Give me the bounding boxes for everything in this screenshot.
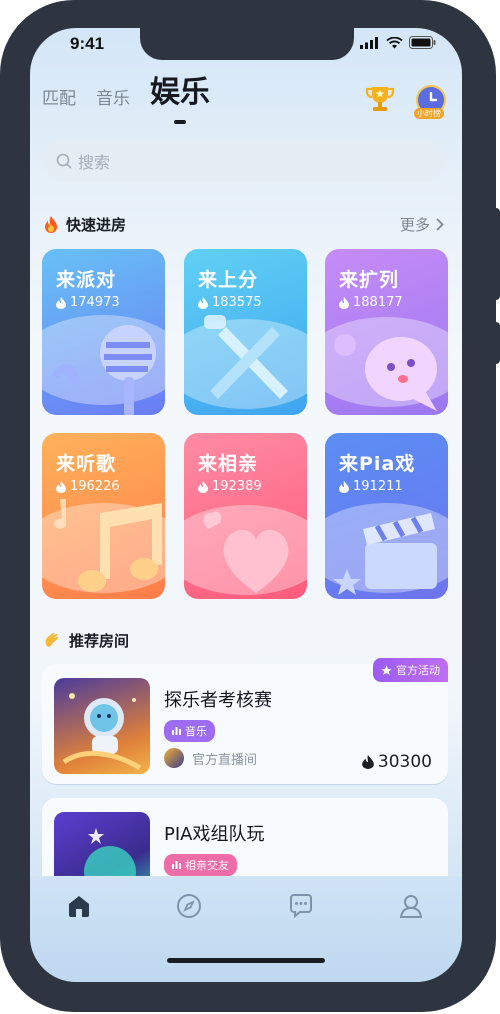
fire-icon: [56, 480, 66, 493]
astronaut-illustration: [62, 693, 142, 771]
chevron-right-icon: [436, 218, 444, 231]
status-icons: [360, 36, 436, 49]
screen: 9:41 匹配 音乐 娱乐 小时榜 搜索 快速进房 更多 来派对 174973 …: [30, 28, 462, 982]
quick-card-dating[interactable]: 来相亲 192389: [184, 433, 307, 599]
room-tag-label: 音乐: [185, 725, 207, 738]
card-count: 191211: [339, 479, 403, 494]
fire-icon: [339, 480, 349, 493]
room-name: 探乐者考核赛: [164, 690, 272, 711]
home-icon[interactable]: [66, 893, 92, 919]
recommended-title: 推荐房间: [69, 632, 130, 650]
quick-card-party[interactable]: 来派对 174973: [42, 249, 165, 415]
quick-card-friends[interactable]: 来扩列 188177: [325, 249, 448, 415]
room-card[interactable]: 探乐者考核赛 官方活动 音乐 官方直播间 30300: [42, 658, 448, 784]
card-count-value: 183575: [212, 295, 262, 310]
bars-icon: [172, 727, 181, 735]
volume-button: [492, 208, 500, 300]
room-heat: 30300: [362, 752, 432, 772]
tab-match[interactable]: 匹配: [42, 91, 76, 108]
trophy-icon[interactable]: [364, 83, 396, 115]
avatar: [164, 748, 184, 768]
fire-icon: [339, 296, 349, 309]
search-bar[interactable]: 搜索: [42, 140, 446, 182]
tab-entertainment[interactable]: 娱乐: [150, 78, 210, 124]
bottom-nav: [30, 876, 462, 982]
compass-icon[interactable]: [176, 893, 202, 919]
room-host: 官方直播间: [164, 748, 257, 768]
fire-icon: [198, 480, 208, 493]
card-count-value: 192389: [212, 479, 262, 494]
card-count: 183575: [198, 295, 262, 310]
quick-card-pia[interactable]: 来Pia戏 191211: [325, 433, 448, 599]
card-count: 192389: [198, 479, 262, 494]
star-icon: [381, 665, 392, 675]
top-tabs: 匹配 音乐 娱乐: [42, 78, 210, 124]
quick-rooms-header: 快速进房: [44, 214, 126, 235]
bars-icon: [172, 861, 181, 869]
room-tag-label: 相亲交友: [185, 859, 229, 872]
signal-icon: [360, 36, 378, 49]
tab-music[interactable]: 音乐: [96, 91, 130, 108]
card-count: 188177: [339, 295, 403, 310]
battery-icon: [409, 36, 436, 49]
more-label: 更多: [399, 216, 430, 234]
crossed-swords-icon: [204, 315, 288, 399]
microphone-icon: [52, 325, 156, 415]
notch: [140, 28, 354, 60]
quick-card-rank[interactable]: 来上分 183575: [184, 249, 307, 415]
card-title: 来Pia戏: [339, 453, 416, 475]
search-placeholder: 搜索: [78, 153, 111, 172]
status-time: 9:41: [70, 34, 105, 53]
clapperboard-icon: [333, 513, 437, 595]
heart-icon: [203, 511, 289, 593]
card-title: 来相亲: [198, 453, 259, 475]
recommended-header: 推荐房间: [44, 630, 129, 651]
room-tag: 相亲交友: [164, 854, 237, 876]
card-count-value: 188177: [353, 295, 403, 310]
clap-icon: [45, 632, 59, 647]
card-title: 来派对: [56, 269, 117, 291]
room-tag: 音乐: [164, 720, 215, 742]
fire-icon: [198, 296, 208, 309]
room-cover-image: [54, 678, 150, 774]
heat-value: 30300: [377, 752, 432, 772]
card-count-value: 196226: [70, 479, 120, 494]
card-count-value: 174973: [70, 295, 120, 310]
room-name: PIA戏组队玩: [164, 824, 265, 845]
music-note-icon: [54, 499, 162, 592]
wifi-icon: [386, 36, 403, 48]
card-title: 来上分: [198, 269, 259, 291]
fire-icon: [56, 296, 66, 309]
chat-bubble-icon: [334, 334, 437, 411]
more-link[interactable]: 更多: [400, 214, 444, 235]
quick-rooms-title: 快速进房: [66, 216, 127, 234]
quick-card-music[interactable]: 来听歌 196226: [42, 433, 165, 599]
profile-icon[interactable]: [398, 893, 424, 919]
card-title: 来听歌: [56, 453, 117, 475]
hourly-rank-label: 小时榜: [414, 108, 444, 119]
fire-icon: [362, 755, 374, 769]
message-icon[interactable]: [288, 893, 314, 919]
badge-label: 官方活动: [396, 664, 440, 677]
card-count: 196226: [56, 479, 120, 494]
power-button: [492, 322, 500, 364]
home-indicator: [167, 958, 325, 963]
official-event-badge: 官方活动: [373, 658, 448, 682]
card-count-value: 191211: [353, 479, 403, 494]
search-icon: [56, 153, 72, 169]
host-name: 官方直播间: [192, 752, 258, 768]
card-count: 174973: [56, 295, 120, 310]
card-title: 来扩列: [339, 269, 400, 291]
fire-icon: [45, 216, 57, 233]
